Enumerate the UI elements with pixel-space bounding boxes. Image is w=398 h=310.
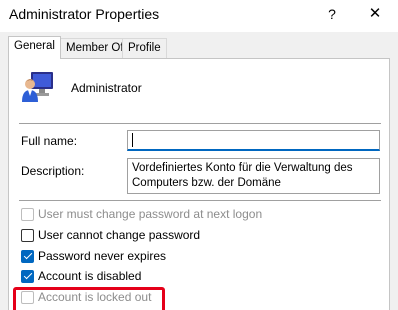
dialog-body: General Member Of Profile Administrator …: [0, 32, 398, 310]
option-label: User must change password at next logon: [38, 207, 263, 221]
user-name: Administrator: [71, 81, 142, 95]
option-must-change-password[interactable]: User must change password at next logon: [21, 206, 262, 222]
title-bar: Administrator Properties ? ✕: [0, 0, 398, 32]
option-cannot-change-password[interactable]: User cannot change password: [21, 227, 200, 243]
text-caret: [132, 133, 133, 147]
full-name-field[interactable]: [127, 130, 380, 151]
divider: [19, 200, 381, 201]
checkbox[interactable]: [21, 249, 34, 263]
description-field[interactable]: Vordefiniertes Konto für die Verwaltung …: [127, 158, 380, 194]
tab-profile[interactable]: Profile: [122, 38, 167, 58]
description-label: Description:: [21, 164, 85, 178]
option-label: User cannot change password: [38, 228, 201, 242]
general-tab-panel: Administrator Full name: Description: Vo…: [8, 58, 390, 310]
close-button[interactable]: ✕: [360, 2, 390, 26]
option-account-disabled[interactable]: Account is disabled: [21, 268, 141, 284]
option-label: Account is disabled: [38, 269, 142, 283]
option-label: Account is locked out: [38, 290, 152, 304]
checkbox[interactable]: [21, 290, 34, 304]
option-label: Password never expires: [38, 249, 167, 263]
help-button[interactable]: ?: [322, 3, 342, 25]
tab-general[interactable]: General: [8, 36, 61, 59]
checkbox[interactable]: [21, 228, 34, 242]
checkbox[interactable]: [21, 207, 34, 221]
full-name-label: Full name:: [21, 134, 78, 148]
tab-member-of[interactable]: Member Of: [60, 38, 130, 58]
option-password-never-expires[interactable]: Password never expires: [21, 248, 166, 264]
divider: [19, 123, 381, 124]
window-title: Administrator Properties: [9, 6, 160, 22]
option-account-locked-out[interactable]: Account is locked out: [21, 289, 151, 305]
user-monitor-icon: [21, 71, 55, 103]
checkbox[interactable]: [21, 269, 34, 283]
